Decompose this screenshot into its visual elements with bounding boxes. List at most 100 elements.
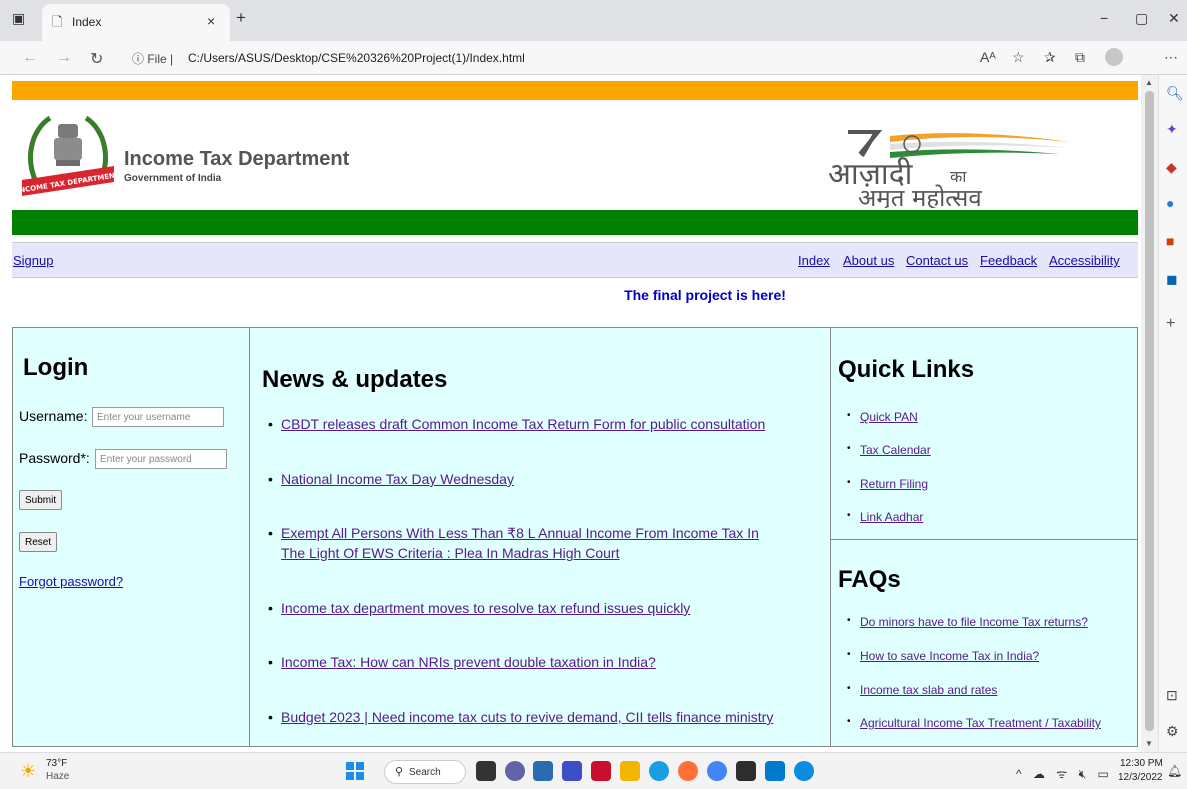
- terminal-icon[interactable]: [736, 761, 756, 781]
- close-window-button[interactable]: ✕: [1168, 10, 1180, 27]
- faq-link[interactable]: Income tax slab and rates: [860, 683, 997, 697]
- scroll-thumb[interactable]: [1145, 91, 1154, 731]
- edge-active-icon[interactable]: [794, 761, 814, 781]
- more-options-icon[interactable]: ⋯: [1164, 49, 1178, 66]
- sidebar-settings-icon[interactable]: ⚙: [1166, 723, 1179, 740]
- site-header: INCOME TAX DEPARTMENT Income Tax Departm…: [12, 100, 1138, 210]
- hide-sidebar-icon[interactable]: ⊡: [1166, 687, 1178, 704]
- password-input[interactable]: [95, 449, 227, 469]
- minimize-button[interactable]: −: [1100, 10, 1108, 26]
- taskbar-search[interactable]: ⚲ Search: [384, 760, 466, 784]
- green-stripe: [12, 210, 1138, 235]
- tools-icon[interactable]: ●: [1166, 195, 1174, 211]
- notification-icon[interactable]: 🔔︎: [1167, 764, 1182, 778]
- weather-condition: Haze: [46, 771, 70, 782]
- profile-avatar[interactable]: [1105, 48, 1123, 66]
- page-scrollbar[interactable]: ▲ ▼: [1141, 75, 1158, 752]
- tab-title: Index: [72, 15, 102, 29]
- quick-link-item: • Link Aadhar: [847, 510, 924, 524]
- tab-close-icon[interactable]: ×: [207, 13, 215, 29]
- quick-link[interactable]: Quick PAN: [860, 410, 918, 424]
- file-explorer-icon[interactable]: [620, 761, 640, 781]
- outlook-icon[interactable]: ◼: [1166, 271, 1178, 288]
- news-link[interactable]: Income tax department moves to resolve t…: [281, 598, 808, 618]
- tab-actions-icon[interactable]: ▣: [12, 10, 25, 27]
- forgot-password-link[interactable]: Forgot password?: [19, 574, 123, 589]
- favorites-list-icon[interactable]: ✰: [1044, 49, 1056, 66]
- faq-item: • Income tax slab and rates: [847, 683, 998, 697]
- saffron-stripe: [12, 81, 1138, 100]
- windows-start-icon[interactable]: [346, 762, 364, 780]
- copilot-icon[interactable]: ✦: [1166, 121, 1178, 138]
- app-icon[interactable]: [562, 761, 582, 781]
- shopping-icon[interactable]: ◆: [1166, 159, 1177, 176]
- search-icon[interactable]: 🔍︎: [1166, 85, 1184, 102]
- news-link[interactable]: Income Tax: How can NRIs prevent double …: [281, 652, 808, 672]
- quick-link[interactable]: Tax Calendar: [860, 443, 931, 457]
- scroll-up-arrow-icon[interactable]: ▲: [1145, 78, 1153, 87]
- faq-link[interactable]: Agricultural Income Tax Treatment / Taxa…: [860, 716, 1101, 730]
- haze-sun-icon: ☀: [20, 761, 37, 781]
- nav-link-accessibility[interactable]: Accessibility: [1049, 253, 1120, 268]
- collections-icon[interactable]: ⧉: [1075, 49, 1085, 66]
- teams-chat-icon[interactable]: [505, 761, 525, 781]
- quick-links-panel: Quick Links • Quick PAN • Tax Calendar •…: [830, 327, 1138, 540]
- browser-tab-index[interactable]: 🗋 Index ×: [42, 4, 230, 41]
- login-title: Login: [23, 354, 89, 381]
- nav-link-feedback[interactable]: Feedback: [980, 253, 1037, 268]
- widgets-icon[interactable]: [533, 761, 553, 781]
- chrome-icon[interactable]: [707, 761, 727, 781]
- username-input[interactable]: [92, 407, 224, 427]
- news-title: News & updates: [262, 366, 448, 393]
- department-title: Income Tax Department: [124, 148, 350, 170]
- news-item: • CBDT releases draft Common Income Tax …: [268, 414, 808, 434]
- system-tray-icons[interactable]: ^ ☁ ᯤ 🔇︎ ▭: [1016, 765, 1113, 782]
- add-sidebar-app-icon[interactable]: +: [1166, 315, 1175, 333]
- news-link[interactable]: CBDT releases draft Common Income Tax Re…: [281, 414, 808, 434]
- office-icon[interactable]: ■: [1166, 233, 1174, 249]
- faq-link[interactable]: Do minors have to file Income Tax return…: [860, 615, 1088, 629]
- quick-link[interactable]: Link Aadhar: [860, 510, 923, 524]
- password-label: Password*:: [19, 450, 90, 466]
- address-bar[interactable]: ⓘ File | C:/Users/ASUS/Desktop/CSE%20326…: [122, 45, 1022, 71]
- url-text[interactable]: C:/Users/ASUS/Desktop/CSE%20326%20Projec…: [188, 51, 525, 65]
- signup-link[interactable]: Signup: [13, 253, 53, 268]
- page-icon: 🗋: [52, 14, 63, 29]
- clock-time[interactable]: 12:30 PM: [1120, 758, 1163, 769]
- faq-link[interactable]: How to save Income Tax in India?: [860, 649, 1039, 663]
- nav-link-contact-us[interactable]: Contact us: [906, 253, 968, 268]
- quick-link[interactable]: Return Filing: [860, 477, 928, 491]
- submit-button[interactable]: Submit: [19, 490, 63, 510]
- vscode-icon[interactable]: [765, 761, 785, 781]
- reset-button[interactable]: Reset: [19, 532, 58, 552]
- news-link[interactable]: Budget 2023 | Need income tax cuts to re…: [281, 707, 828, 727]
- forward-arrow-icon[interactable]: →: [56, 49, 72, 67]
- mcafee-icon[interactable]: [591, 761, 611, 781]
- news-link[interactable]: Exempt All Persons With Less Than ₹8 L A…: [281, 523, 778, 563]
- faq-item: • Agricultural Income Tax Treatment / Ta…: [847, 716, 1101, 730]
- read-aloud-icon[interactable]: Aᴬ: [980, 49, 996, 65]
- new-tab-button[interactable]: +: [236, 8, 246, 28]
- clock-date[interactable]: 12/3/2022: [1118, 772, 1163, 783]
- maximize-button[interactable]: ▢: [1135, 10, 1148, 27]
- edge-sidebar: 🔍︎ ✦ ◆ ● ■ ◼ + ⊡ ⚙: [1158, 75, 1187, 752]
- quick-link-item: • Quick PAN: [847, 410, 918, 424]
- azadi-ka-amrit-mahotsav-logo: आज़ादी का अमृत महोत्सव: [828, 130, 1070, 208]
- department-subtitle: Government of India: [124, 173, 222, 184]
- nav-link-about-us[interactable]: About us: [843, 253, 894, 268]
- back-arrow-icon[interactable]: ←: [22, 49, 38, 67]
- nav-bar: Signup Index About us Contact us Feedbac…: [12, 242, 1138, 278]
- taskbar-search-label: Search: [409, 767, 441, 778]
- news-item: • Budget 2023 | Need income tax cuts to …: [268, 707, 828, 727]
- refresh-icon[interactable]: ↻: [90, 49, 103, 69]
- news-link[interactable]: National Income Tax Day Wednesday: [281, 469, 808, 489]
- quick-links-title: Quick Links: [838, 356, 975, 383]
- site-info-icon[interactable]: ⓘ File |: [132, 50, 173, 67]
- firefox-icon[interactable]: [678, 761, 698, 781]
- edge-icon[interactable]: [649, 761, 669, 781]
- favorite-icon[interactable]: ☆: [1012, 49, 1025, 66]
- news-item: • National Income Tax Day Wednesday: [268, 469, 808, 489]
- task-view-icon[interactable]: [476, 761, 496, 781]
- scroll-down-arrow-icon[interactable]: ▼: [1145, 739, 1153, 748]
- nav-link-index[interactable]: Index: [798, 253, 830, 268]
